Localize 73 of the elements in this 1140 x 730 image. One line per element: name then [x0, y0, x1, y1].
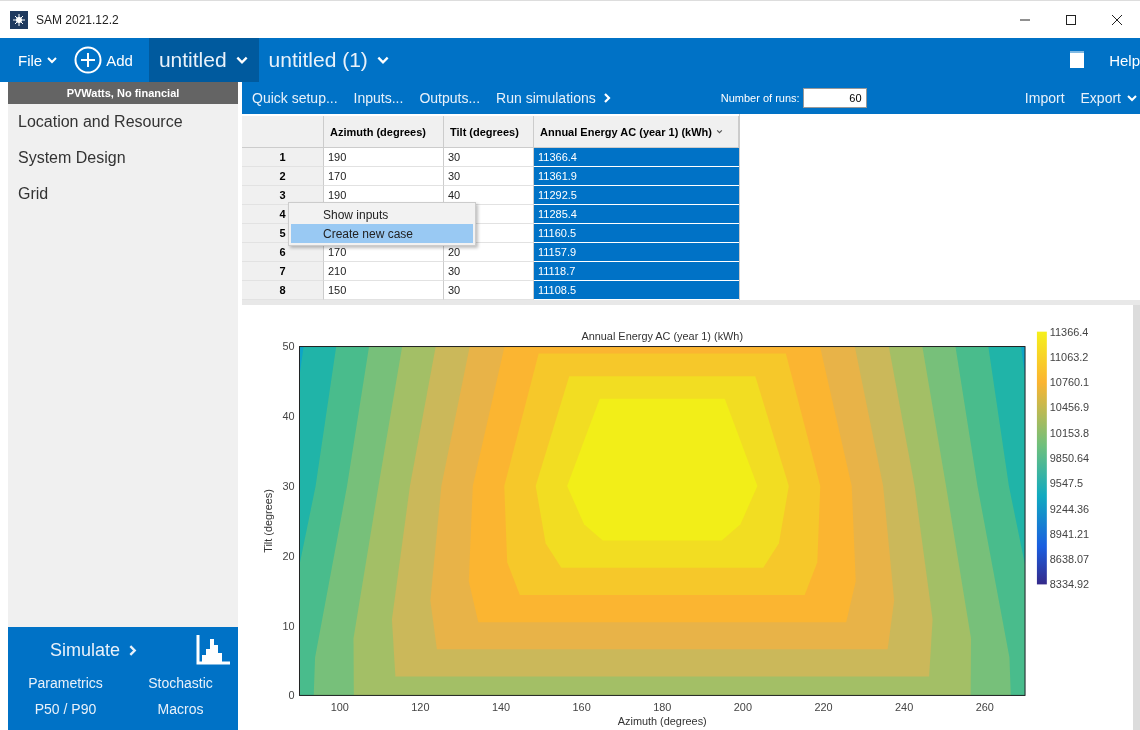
row-number: 8 — [242, 281, 324, 300]
x-tick-label: 200 — [733, 701, 752, 714]
runs-input-field[interactable]: 60 — [802, 88, 867, 108]
runs-label: Number of runs: — [720, 92, 800, 104]
table-cell: 11160.5 — [534, 224, 739, 243]
x-tick-label: 240 — [895, 701, 914, 714]
x-tick-label: 160 — [572, 701, 591, 714]
colorbar-label: 10760.1 — [1049, 376, 1090, 389]
file-menu[interactable]: File — [0, 38, 67, 82]
colorbar-label: 8941.21 — [1049, 527, 1090, 540]
colorbar-label: 8334.92 — [1049, 578, 1090, 591]
colorbar-label: 9850.64 — [1049, 452, 1090, 464]
y-tick-label: 0 — [288, 689, 295, 702]
y-tick-label: 10 — [282, 619, 295, 632]
column-header[interactable]: Annual Energy AC (year 1) (kWh) — [534, 116, 739, 148]
y-tick-label: 40 — [282, 410, 295, 423]
colorbar-label: 11063.2 — [1049, 350, 1089, 363]
y-tick-label: 30 — [282, 480, 295, 493]
simulate-link[interactable]: Macros — [157, 701, 204, 717]
x-tick-label: 180 — [653, 701, 672, 714]
x-tick-label: 260 — [975, 701, 994, 714]
sidebar-item[interactable]: Grid — [8, 176, 238, 212]
x-tick-label: 220 — [814, 701, 833, 714]
run-simulations-button[interactable]: Run simulations — [488, 82, 621, 114]
menu-item[interactable]: Create new case — [291, 224, 473, 243]
y-tick-label: 50 — [282, 340, 295, 353]
simulate-link[interactable]: Parametrics — [28, 675, 103, 691]
table-cell: 11118.7 — [534, 262, 739, 281]
colorbar-label: 8638.07 — [1049, 553, 1090, 566]
row-number: 6 — [242, 243, 324, 262]
column-header[interactable]: Tilt (degrees) — [444, 116, 534, 148]
add-button[interactable]: Add — [66, 38, 141, 82]
x-tick-label: 100 — [330, 701, 349, 714]
row-number: 1 — [242, 148, 324, 167]
colorbar-label: 10456.9 — [1049, 401, 1090, 414]
table-cell: 11292.5 — [534, 186, 739, 205]
table-cell: 210 — [324, 262, 444, 281]
simulate-link[interactable]: Stochastic — [148, 675, 213, 691]
case-tab[interactable]: untitled (1) — [258, 38, 400, 82]
x-axis-label: Azimuth (degrees) — [617, 715, 707, 728]
toolbar-button[interactable]: Outputs... — [411, 82, 489, 114]
row-number: 3 — [242, 186, 324, 205]
toolbar-button[interactable]: Quick setup... — [244, 82, 346, 114]
table-cell: 190 — [324, 148, 444, 167]
table-cell: 11108.5 — [534, 281, 739, 300]
window-title: SAM 2021.12.2 — [36, 12, 120, 27]
import-button[interactable]: Import — [1016, 82, 1073, 114]
help-button[interactable]: Help — [1101, 38, 1140, 82]
y-tick-label: 20 — [282, 549, 295, 562]
case-type-label: PVWatts, No financial — [8, 82, 238, 104]
colorbar-label: 9244.36 — [1049, 502, 1090, 515]
colorbar-label: 11366.4 — [1049, 325, 1089, 338]
row-number: 7 — [242, 262, 324, 281]
column-header[interactable]: Azimuth (degrees) — [324, 116, 444, 148]
export-button[interactable]: Export — [1072, 82, 1140, 114]
x-tick-label: 140 — [491, 701, 511, 714]
table-cell: 11157.9 — [534, 243, 739, 262]
simulate-link[interactable]: P50 / P90 — [34, 701, 97, 717]
colorbar-label: 9547.5 — [1049, 477, 1084, 490]
table-cell: 11366.4 — [534, 148, 739, 167]
simulate-button[interactable]: Simulate — [50, 639, 140, 661]
sidebar-item[interactable]: System Design — [8, 140, 238, 176]
table-cell: 11361.9 — [534, 167, 739, 186]
table-cell: 11285.4 — [534, 205, 739, 224]
case-tab[interactable]: untitled — [148, 38, 259, 82]
y-axis-label: Tilt (degrees) — [261, 489, 274, 553]
table-cell: 170 — [324, 167, 444, 186]
toolbar-button[interactable]: Inputs... — [345, 82, 412, 114]
sidebar-item[interactable]: Location and Resource — [8, 104, 238, 140]
row-number: 2 — [242, 167, 324, 186]
colorbar-label: 10153.8 — [1049, 426, 1090, 439]
x-tick-label: 120 — [411, 701, 430, 714]
chart-title: Annual Energy AC (year 1) (kWh) — [581, 329, 744, 342]
